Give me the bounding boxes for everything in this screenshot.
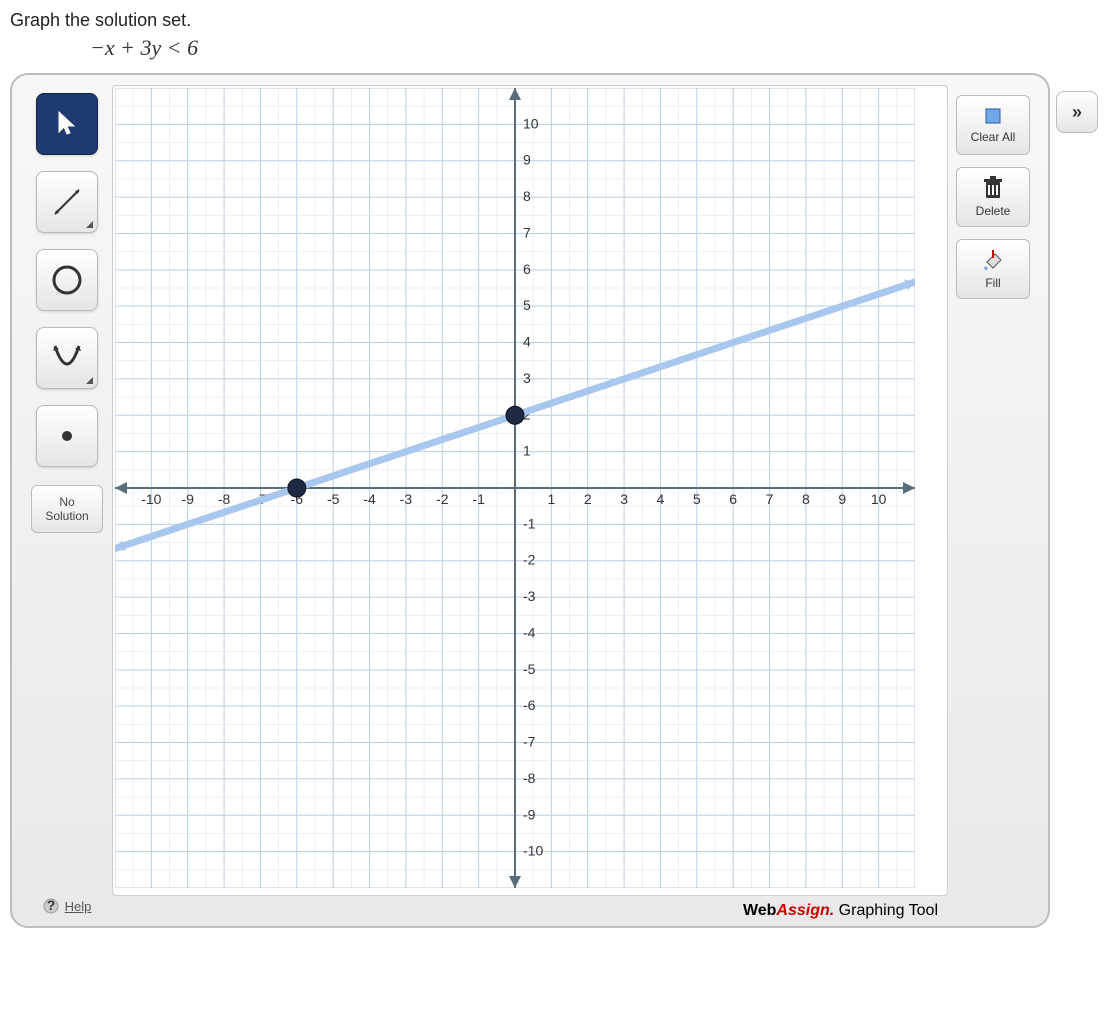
svg-text:-5: -5	[327, 491, 340, 507]
svg-text:-5: -5	[523, 661, 536, 677]
brand-tail: Graphing Tool	[834, 902, 938, 919]
svg-text:6: 6	[729, 491, 737, 507]
svg-text:4: 4	[523, 334, 531, 350]
svg-text:-9: -9	[182, 491, 195, 507]
fill-icon	[981, 248, 1005, 272]
clear-all-button[interactable]: Clear All	[956, 95, 1030, 155]
line-icon	[47, 182, 87, 222]
svg-text:-3: -3	[400, 491, 413, 507]
point-tool-button[interactable]	[36, 405, 98, 467]
svg-text:-3: -3	[523, 588, 536, 604]
svg-text:5: 5	[693, 491, 701, 507]
brand-footer: WebAssign. Graphing Tool	[112, 896, 948, 920]
point-icon	[47, 416, 87, 456]
brand-part1: Web	[743, 902, 776, 919]
help-link-wrap: ? Help	[39, 884, 96, 920]
svg-text:9: 9	[838, 491, 846, 507]
fill-button[interactable]: Fill	[956, 239, 1030, 299]
svg-text:3: 3	[620, 491, 628, 507]
svg-text:10: 10	[523, 115, 539, 131]
svg-text:?: ?	[46, 898, 55, 913]
svg-text:-10: -10	[523, 843, 543, 859]
equation-text: −x + 3y < 6	[90, 35, 1108, 61]
dropdown-indicator-icon	[86, 377, 93, 384]
svg-text:-1: -1	[472, 491, 485, 507]
svg-text:8: 8	[523, 188, 531, 204]
svg-text:-6: -6	[523, 697, 536, 713]
svg-text:5: 5	[523, 297, 531, 313]
svg-text:-1: -1	[523, 515, 536, 531]
parabola-tool-button[interactable]	[36, 327, 98, 389]
svg-text:-8: -8	[218, 491, 231, 507]
help-icon: ?	[43, 898, 59, 914]
svg-text:7: 7	[523, 224, 531, 240]
svg-text:4: 4	[657, 491, 665, 507]
svg-text:9: 9	[523, 152, 531, 168]
svg-text:7: 7	[766, 491, 774, 507]
dropdown-indicator-icon	[86, 221, 93, 228]
svg-text:-8: -8	[523, 770, 536, 786]
expand-button[interactable]: »	[1056, 91, 1098, 133]
delete-label: Delete	[976, 204, 1011, 218]
help-link[interactable]: Help	[65, 899, 92, 914]
select-tool-button[interactable]	[36, 93, 98, 155]
circle-icon	[47, 260, 87, 300]
svg-text:-4: -4	[523, 624, 536, 640]
brand-part2: Assign.	[776, 902, 834, 919]
svg-text:1: 1	[523, 443, 531, 459]
parabola-icon	[47, 338, 87, 378]
right-toolbar: Clear All Delete Fill	[948, 85, 1038, 920]
circle-tool-button[interactable]	[36, 249, 98, 311]
svg-text:-4: -4	[363, 491, 376, 507]
no-solution-label-1: No	[59, 495, 74, 509]
svg-text:2: 2	[584, 491, 592, 507]
graphing-tool-frame: No Solution ? Help -10-9-8-7-6-5-4-3-2-1…	[10, 73, 1050, 928]
no-solution-button[interactable]: No Solution	[31, 485, 103, 533]
clear-all-label: Clear All	[971, 130, 1016, 144]
clear-all-icon	[983, 106, 1003, 126]
instruction-text: Graph the solution set.	[10, 10, 1108, 31]
fill-label: Fill	[985, 276, 1000, 290]
svg-text:-9: -9	[523, 806, 536, 822]
svg-text:3: 3	[523, 370, 531, 386]
cursor-icon	[55, 110, 79, 138]
left-toolbar: No Solution ? Help	[22, 85, 112, 920]
svg-text:-7: -7	[523, 734, 536, 750]
no-solution-label-2: Solution	[45, 509, 88, 523]
expand-icon: »	[1072, 102, 1082, 123]
graph-canvas[interactable]: -10 -9 -8 -7 -6 -5 -4 -3 -2 -1 1 2 3 4 5 6 7 8 9 10 -10 -9 -8 -…	[112, 85, 948, 896]
svg-text:-10: -10	[141, 491, 161, 507]
svg-text:6: 6	[523, 261, 531, 277]
svg-text:-2: -2	[436, 491, 449, 507]
delete-button[interactable]: Delete	[956, 167, 1030, 227]
svg-text:8: 8	[802, 491, 810, 507]
line-tool-button[interactable]	[36, 171, 98, 233]
svg-text:-2: -2	[523, 552, 536, 568]
svg-text:10: 10	[871, 491, 887, 507]
svg-text:1: 1	[547, 491, 555, 507]
trash-icon	[982, 176, 1004, 200]
